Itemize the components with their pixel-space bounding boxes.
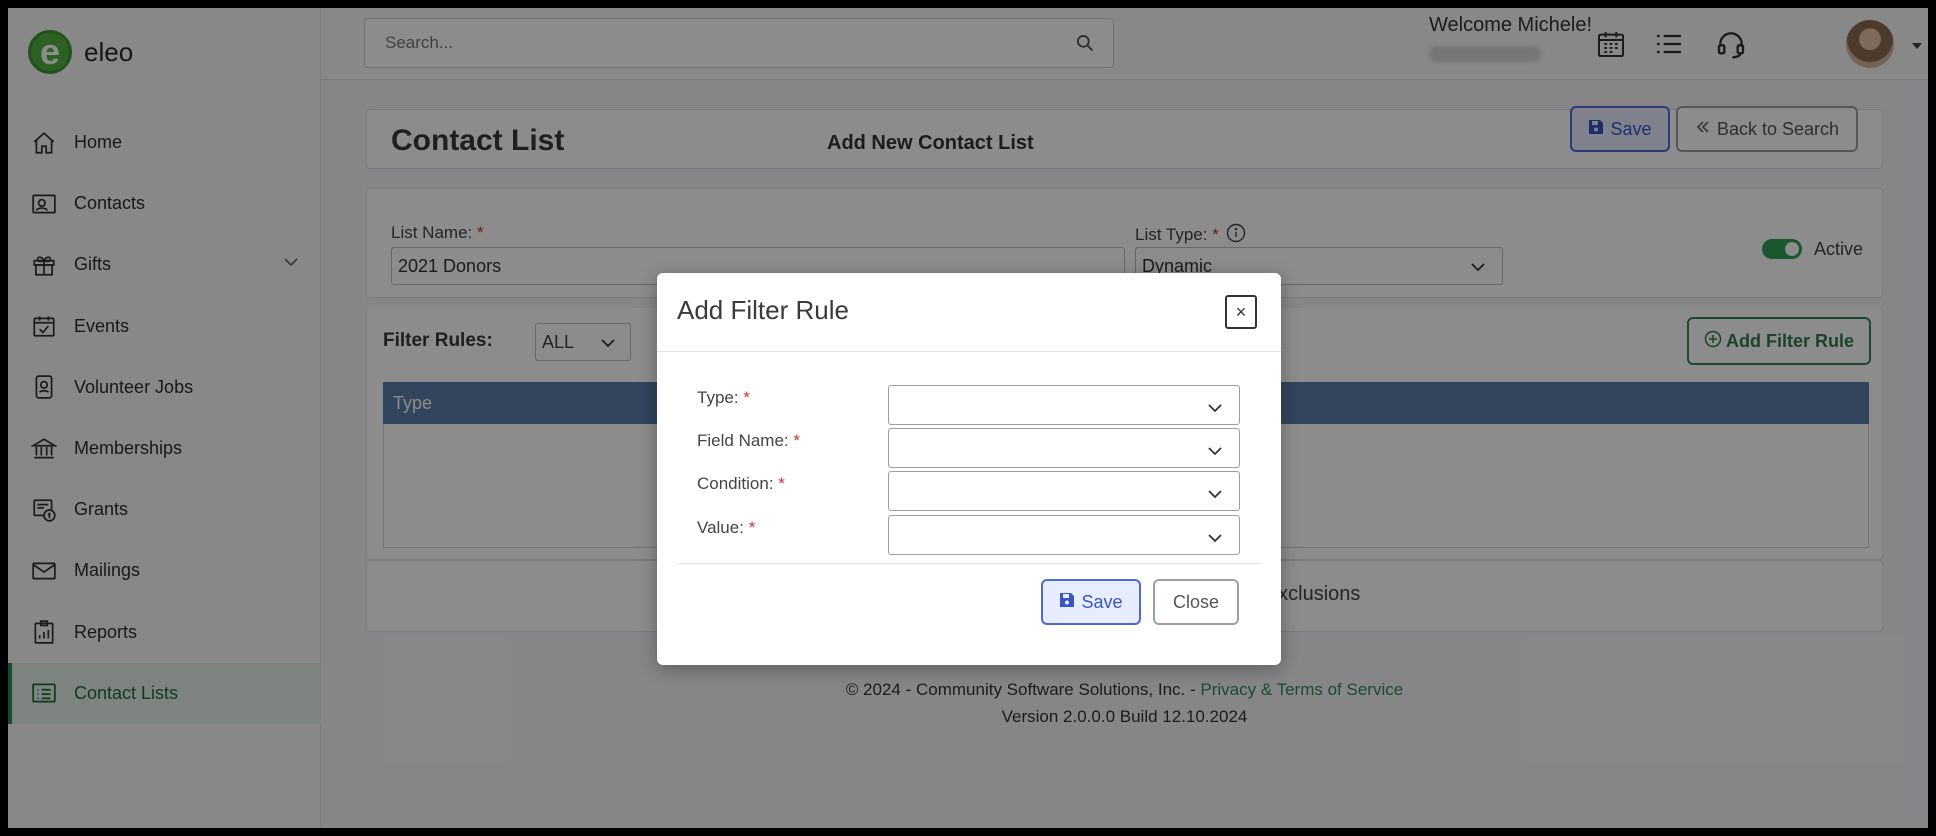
app-window: e eleo Home Contacts Gifts Events Volunt… bbox=[8, 8, 1928, 828]
type-select[interactable] bbox=[888, 385, 1240, 425]
value-label: Value: * bbox=[697, 518, 756, 537]
dialog-close-button[interactable]: Close bbox=[1153, 579, 1239, 625]
close-icon[interactable]: × bbox=[1225, 295, 1257, 329]
field-name-label: Field Name: * bbox=[697, 431, 800, 450]
chevron-down-icon bbox=[1207, 530, 1223, 551]
dialog-save-button[interactable]: Save bbox=[1041, 579, 1141, 625]
add-filter-rule-dialog: Add Filter Rule × Type: * Field Name: * … bbox=[657, 273, 1281, 665]
chevron-down-icon bbox=[1207, 400, 1223, 421]
dialog-title: Add Filter Rule bbox=[677, 295, 849, 325]
divider bbox=[657, 351, 1281, 352]
condition-label: Condition: * bbox=[697, 474, 785, 493]
divider bbox=[677, 563, 1261, 564]
value-select[interactable] bbox=[888, 515, 1240, 555]
dialog-save-label: Save bbox=[1081, 591, 1123, 612]
chevron-down-icon bbox=[1207, 443, 1223, 464]
chevron-down-icon bbox=[1207, 486, 1223, 507]
field-name-select[interactable] bbox=[888, 428, 1240, 468]
condition-select[interactable] bbox=[888, 471, 1240, 511]
type-label: Type: * bbox=[697, 388, 750, 407]
save-icon bbox=[1059, 592, 1075, 613]
